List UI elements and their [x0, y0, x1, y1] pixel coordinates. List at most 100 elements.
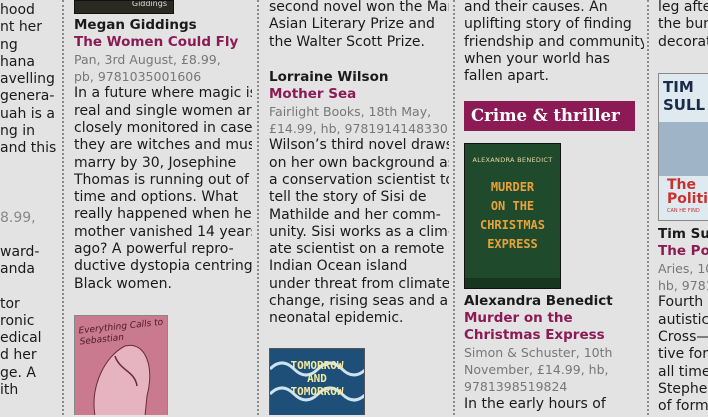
text-line: 8.99, [0, 209, 36, 226]
column-divider [453, 0, 455, 415]
book-title: The Women Could Fly [74, 34, 239, 50]
review-text: Black women. [74, 275, 172, 292]
review-text: all time, [658, 363, 708, 380]
text-line: friendship and community [464, 33, 644, 50]
text-line: d her [0, 347, 37, 364]
review-text: on her own background as [269, 154, 449, 171]
cover-text: Politi [667, 191, 708, 207]
text-line: uah is a [0, 105, 55, 122]
cover-text: AND [307, 372, 327, 385]
review-text: marry by 30, Josephine [74, 154, 237, 171]
publication-info: pb, 9781035001606 [74, 69, 202, 85]
book-cover-top: Giddings [74, 0, 174, 14]
publication-info: hb, 9781 [658, 278, 708, 294]
cover-title: ON THE [490, 199, 535, 213]
review-text: Fourth a [658, 294, 708, 311]
text-line: ge. A [0, 364, 36, 381]
text-line: uplifting story of finding [464, 16, 632, 33]
text-line: the Walter Scott Prize. [269, 33, 425, 50]
publication-info: 9781398519824 [464, 379, 568, 395]
review-megan-giddings: Giddings Megan Giddings The Women Could … [74, 0, 252, 415]
text-line: fallen apart. [464, 68, 549, 85]
cover-title: CHRISTMAS [479, 218, 546, 232]
text-line: ronic [0, 312, 35, 329]
review-text: time and options. What [74, 189, 239, 206]
cover-text: Giddings [131, 0, 167, 8]
review-text: unity. Sisi works as a clim- [269, 223, 449, 240]
review-text: ago? A powerful repro- [74, 241, 234, 258]
cover-text: TOMORROW [290, 385, 344, 398]
review-text: neonatal epidemic. [269, 310, 404, 327]
column-4: and their causes. An uplifting story of … [464, 0, 644, 415]
publication-info: Fairlight Books, 18th May, [269, 104, 432, 119]
review-text: In a future where magic is [74, 85, 252, 102]
column-divider [62, 0, 64, 415]
text-line: decorat [658, 33, 708, 50]
review-text: really happened when her [74, 206, 252, 223]
publication-info: November, £14.99, hb, [464, 362, 609, 378]
text-line: avelling [0, 71, 55, 88]
cover-title: EXPRESS [487, 237, 538, 251]
text-gap [0, 279, 60, 296]
text-line: hana [0, 53, 35, 70]
review-text: change, rising seas and a [269, 293, 449, 310]
text-line: edical [0, 330, 42, 347]
author-name: Alexandra Benedict [464, 293, 613, 309]
review-text: Mathilde and her comm- [269, 206, 441, 223]
text-line: Asian Literary Prize and [269, 16, 435, 33]
review-text: Stepher [658, 380, 708, 397]
section-header-crime-thriller: Crime & thriller [464, 101, 635, 131]
review-text: a conservation scientist to [269, 172, 449, 188]
review-text: ate scientist on a remote [269, 241, 445, 258]
review-text: tive for [658, 346, 708, 363]
cover-text: CAN HE FIND [667, 208, 700, 214]
column-divider [257, 0, 259, 415]
cover-author: ALEXANDRA BENEDICT [472, 156, 553, 164]
text-line: anda [0, 261, 35, 278]
text-line: genera- [0, 88, 55, 105]
review-text: Indian Ocean island [269, 258, 408, 275]
review-text: Wilson’s third novel draws [269, 137, 449, 154]
review-lorraine-wilson: second novel won the Man Asian Literary … [269, 0, 449, 415]
text-line: nt her [0, 19, 43, 36]
text-line: hood [0, 2, 35, 18]
publication-info: Simon & Schuster, 10th [464, 345, 613, 360]
text-gap [0, 227, 60, 244]
cover-text: The [667, 177, 697, 193]
cover-text: SULL [663, 96, 706, 114]
book-cover-murder-christmas-express: ALEXANDRA BENEDICT MURDER ON THE CHRISTM… [464, 143, 561, 289]
text-line: ng in [0, 123, 35, 140]
text-line: ward- [0, 243, 40, 260]
review-text: real and single women are [74, 102, 252, 119]
review-text: mother vanished 14 years [74, 223, 252, 240]
cover-title: MURDER [490, 180, 535, 194]
text-line: second novel won the Man [269, 0, 449, 15]
book-title: Christmas Express [464, 327, 605, 343]
book-cover-the-politics: TIM SULL The Politi CAN HE FIND [658, 73, 708, 221]
book-title: Murder on the [464, 310, 573, 326]
text-line: ith [0, 382, 19, 399]
review-text: under threat from climate [269, 275, 449, 292]
text-line: the bun [658, 16, 708, 33]
author-name: Lorraine Wilson [269, 69, 389, 85]
author-name: Tim Sull [658, 226, 708, 242]
publication-info: Aries, 10 [658, 261, 708, 276]
review-text: Thomas is running out of [74, 171, 249, 188]
cover-image [659, 122, 708, 176]
book-title: The Pol [658, 243, 708, 259]
review-text: ductive dystopia centring [74, 258, 252, 275]
publication-info: £14.99, hb, 9781914148330 [269, 121, 448, 137]
review-text: they are witches and must [74, 137, 252, 154]
publication-info: Pan, 3rd August, £8.99, [74, 52, 221, 67]
book-cover-everything-calls: Everything Calls to Sebastian [74, 315, 168, 415]
text-line: tor [0, 295, 20, 312]
text-line: ng [0, 36, 18, 53]
book-cover-tomorrow: TOMORROW AND TOMORROW [269, 348, 365, 415]
text-line: leg afte [658, 0, 708, 15]
cover-text: TOMORROW [290, 359, 344, 372]
column-divider [647, 0, 649, 415]
column-1: hood nt her ng hana avelling genera- uah… [0, 2, 60, 417]
review-text: tell the story of Sisi de [269, 189, 427, 206]
review-text: closely monitored in case [74, 120, 252, 136]
review-text: of forme [658, 398, 708, 415]
